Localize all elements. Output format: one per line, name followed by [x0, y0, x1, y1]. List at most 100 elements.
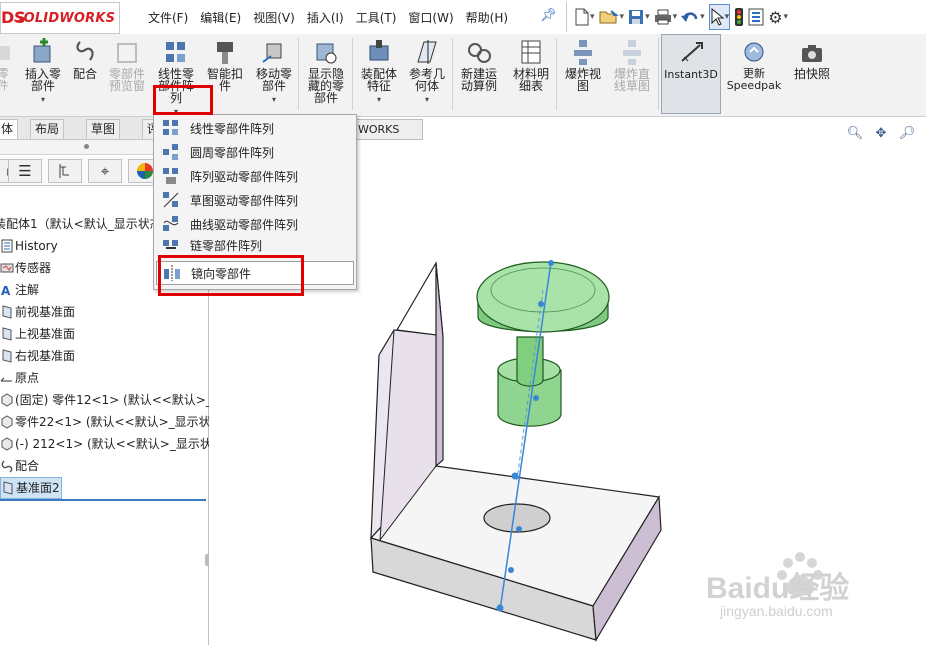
- menu-file[interactable]: 文件(F): [142, 9, 194, 26]
- tree-item-part212[interactable]: (-) 212<1> (默认<<默认>_显示状态: [0, 434, 224, 454]
- tree-item-label: 原点: [15, 371, 40, 385]
- tree-item-sensors[interactable]: 传感器: [0, 258, 51, 278]
- pan-icon[interactable]: ✥: [871, 124, 891, 142]
- menu-item-label: 曲线驱动零部件阵列: [190, 217, 299, 232]
- tab-mbd[interactable]: WORKS MBD: [355, 119, 423, 155]
- tree-item-right-plane[interactable]: 右视基准面: [0, 346, 75, 366]
- rollback-bar[interactable]: [0, 499, 206, 501]
- menu-view[interactable]: 视图(V): [247, 9, 301, 26]
- curve-driven-icon: [160, 214, 182, 234]
- move-component-button[interactable]: 移动零 部件 ▾: [252, 34, 296, 114]
- menu-item-linear-component-pattern[interactable]: 线性零部件阵列: [156, 117, 352, 139]
- open-icon[interactable]: ▾: [599, 5, 624, 29]
- ribbon-separator: [352, 38, 353, 110]
- menu-edit[interactable]: 编辑(E): [194, 9, 247, 26]
- menu-item-curve-driven-component-pattern[interactable]: 曲线驱动零部件阵列: [156, 213, 352, 235]
- part-icon: [0, 415, 14, 429]
- menu-item-pattern-driven-component-pattern[interactable]: 阵列驱动零部件阵列: [156, 165, 352, 187]
- configuration-manager-icon[interactable]: [48, 159, 82, 183]
- menu-item-label: 圆周零部件阵列: [190, 145, 275, 160]
- tree-item-label: 配合: [15, 459, 40, 473]
- sensor-icon: [0, 261, 14, 275]
- rebuild-traffic-light-icon[interactable]: [734, 5, 744, 29]
- instant3d-button[interactable]: Instant3D: [661, 34, 721, 114]
- menu-item-circular-component-pattern[interactable]: 圆周零部件阵列: [156, 141, 352, 163]
- undo-icon[interactable]: ▾: [681, 5, 705, 29]
- tree-item-label: 前视基准面: [15, 305, 76, 319]
- edit-component-button[interactable]: 零件: [0, 34, 14, 114]
- new-motion-study-button[interactable]: 新建运 动算例: [456, 34, 502, 114]
- highlight-box-mirror-components: [158, 255, 304, 296]
- tree-item-history[interactable]: History: [0, 236, 58, 256]
- menu-tools[interactable]: 工具(T): [350, 9, 403, 26]
- tree-item-origin[interactable]: 原点: [0, 368, 39, 388]
- assembly-features-button[interactable]: 装配体 特征 ▾: [356, 34, 402, 114]
- new-motion-study-label: 新建运 动算例: [460, 67, 497, 93]
- history-icon: [0, 239, 14, 253]
- property-manager-icon[interactable]: ☰: [8, 159, 42, 183]
- solidworks-logo[interactable]: DS SOLIDWORKS: [0, 2, 120, 34]
- exploded-view-button[interactable]: 爆炸视 图: [560, 34, 606, 114]
- dimxpert-manager-icon[interactable]: ⌖: [88, 159, 122, 183]
- menu-bar: 文件(F) 编辑(E) 视图(V) 插入(I) 工具(T) 窗口(W) 帮助(H…: [142, 0, 514, 34]
- bill-of-materials-button[interactable]: 材料明 细表: [508, 34, 554, 114]
- svg-text:A: A: [1, 284, 11, 297]
- title-bar: DS SOLIDWORKS 文件(F) 编辑(E) 视图(V) 插入(I) 工具…: [0, 0, 926, 35]
- plane-icon: [0, 327, 14, 341]
- heads-up-view-toolbar: 🔍︎ ✥ 🔎︎ ⌂: [845, 124, 926, 142]
- quick-access-toolbar: ▾ ▾ ▾ ▾ ▾ ▾ ⚙ ▾: [566, 2, 792, 32]
- tree-item-top-plane[interactable]: 上视基准面: [0, 324, 75, 344]
- tab-layout[interactable]: 布局: [30, 119, 65, 139]
- menu-window[interactable]: 窗口(W): [402, 9, 459, 26]
- bill-of-materials-label: 材料明 细表: [512, 67, 549, 93]
- mate-label: 配合: [72, 67, 97, 81]
- sketch-driven-icon: [160, 190, 182, 210]
- tab-sketch[interactable]: 草图: [86, 119, 121, 139]
- menu-insert[interactable]: 插入(I): [301, 9, 350, 26]
- show-hidden-label: 显示隐 藏的零 部件: [307, 67, 344, 105]
- insert-components-button[interactable]: 插入零 部件 ▾: [22, 34, 64, 114]
- zoom-to-fit-icon[interactable]: 🔍︎: [845, 124, 865, 142]
- plane-icon: [0, 305, 14, 319]
- options-gear-icon[interactable]: ⚙ ▾: [768, 5, 788, 29]
- menu-item-label: 阵列驱动零部件阵列: [190, 169, 299, 184]
- linear-pattern-icon: [160, 118, 182, 138]
- file-properties-icon[interactable]: [748, 5, 764, 29]
- tree-root-assembly[interactable]: 装配体1（默认<默认_显示状态: [0, 214, 162, 234]
- tree-item-front-plane[interactable]: 前视基准面: [0, 302, 75, 322]
- circular-pattern-icon: [160, 142, 182, 162]
- explode-line-sketch-button[interactable]: 爆炸直 线草图: [608, 34, 656, 114]
- tree-item-part12[interactable]: (固定) 零件12<1> (默认<<默认>_显: [0, 390, 224, 410]
- tree-item-label: 上视基准面: [15, 327, 76, 341]
- tree-item-plane2[interactable]: 基准面2: [0, 477, 62, 499]
- pin-icon[interactable]: 📌︎: [540, 8, 557, 23]
- tree-item-mates[interactable]: 配合: [0, 456, 39, 476]
- tree-root-label: 装配体1（默认<默认_显示状态: [0, 217, 162, 231]
- zoom-area-icon[interactable]: 🔎︎: [897, 124, 917, 142]
- menu-item-label: 链零部件阵列: [190, 238, 263, 253]
- tree-item-part22[interactable]: 零件22<1> (默认<<默认>_显示状态: [0, 412, 223, 432]
- show-hidden-components-button[interactable]: 显示隐 藏的零 部件: [304, 34, 348, 114]
- select-icon[interactable]: ▾: [708, 4, 731, 30]
- reference-geometry-button[interactable]: 参考几 何体 ▾: [404, 34, 450, 114]
- command-manager: 零件 插入零 部件 ▾ 配合 零部件 预览窗 线性零 部件阵 列 ▾ 智能扣 件…: [0, 34, 926, 117]
- update-speedpak-button[interactable]: 更新 Speedpak: [724, 34, 784, 114]
- logo-text: SOLIDWORKS: [14, 11, 116, 26]
- component-preview-button[interactable]: 零部件 预览窗: [104, 34, 150, 114]
- tab-assembly[interactable]: 体: [0, 119, 19, 139]
- mate-icon: [0, 459, 14, 473]
- menu-help[interactable]: 帮助(H): [460, 9, 514, 26]
- print-icon[interactable]: ▾: [654, 5, 677, 29]
- part-icon: [0, 393, 14, 407]
- save-icon[interactable]: ▾: [628, 5, 650, 29]
- menu-item-sketch-driven-component-pattern[interactable]: 草图驱动零部件阵列: [156, 189, 352, 211]
- menu-item-chain-component-pattern[interactable]: 链零部件阵列: [156, 237, 352, 253]
- watermark-brand: Baidu经验: [706, 572, 850, 605]
- new-document-icon[interactable]: ▾: [575, 5, 595, 29]
- take-snapshot-label: 拍快照: [793, 67, 830, 81]
- tree-item-label: History: [15, 239, 58, 253]
- tree-item-annotations[interactable]: A 注解: [0, 280, 39, 300]
- mate-button[interactable]: 配合: [68, 34, 102, 114]
- watermark-url: jingyan.baidu.com: [720, 603, 833, 619]
- take-snapshot-button[interactable]: 拍快照: [786, 34, 838, 114]
